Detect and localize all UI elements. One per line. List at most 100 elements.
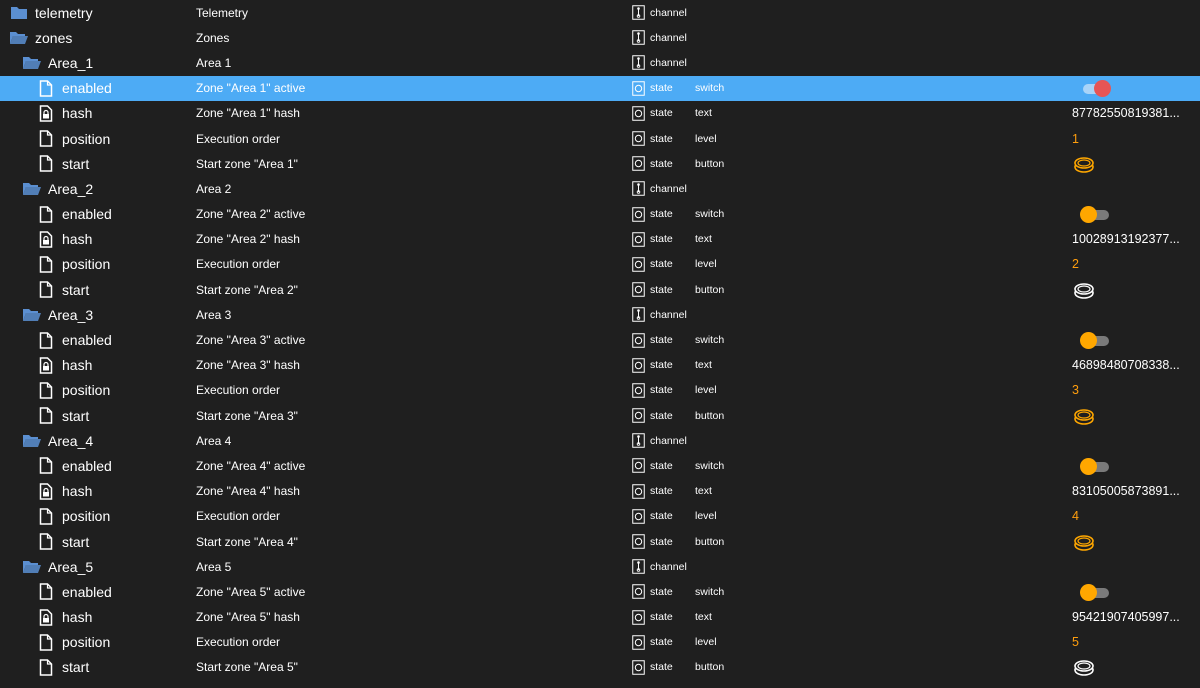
object-value-cell[interactable] — [1072, 529, 1095, 554]
tree-folder-row[interactable]: Area_4 Area 4 channel — [0, 428, 1200, 453]
object-value-cell[interactable]: 1 — [1072, 126, 1079, 151]
object-id-cell[interactable]: position — [36, 504, 110, 529]
folder-open-icon[interactable] — [22, 557, 42, 577]
object-value-cell[interactable]: 95421907405997... — [1072, 605, 1180, 630]
start-button-icon[interactable] — [1072, 280, 1095, 300]
tree-state-row[interactable]: start Start zone "Area 1" state button — [0, 151, 1200, 176]
object-value-cell[interactable] — [1072, 76, 1111, 101]
object-value-cell[interactable]: 5 — [1072, 630, 1079, 655]
switch-knob[interactable] — [1080, 583, 1097, 601]
tree-state-row[interactable]: enabled Zone "Area 1" active state switch — [0, 75, 1200, 101]
object-value-cell[interactable] — [1072, 151, 1095, 176]
tree-state-row[interactable]: hash Zone "Area 3" hash state text 468984807… — [0, 353, 1200, 378]
object-id-cell[interactable]: hash — [36, 605, 92, 630]
tree-state-row[interactable]: hash Zone "Area 5" hash state text 954219074… — [0, 605, 1200, 630]
tree-state-row[interactable]: start Start zone "Area 2" state button — [0, 277, 1200, 302]
object-value-cell[interactable]: 2 — [1072, 252, 1079, 277]
enabled-toggle-switch[interactable] — [1080, 457, 1110, 475]
object-id-cell[interactable]: enabled — [36, 453, 112, 478]
object-id-cell[interactable]: start — [36, 655, 89, 680]
switch-knob[interactable] — [1080, 457, 1097, 475]
tree-state-row[interactable]: enabled Zone "Area 5" active state switch — [0, 579, 1200, 604]
tree-state-row[interactable]: start Start zone "Area 5" state button — [0, 655, 1200, 680]
object-value-cell[interactable] — [1072, 327, 1110, 352]
tree-state-row[interactable]: enabled Zone "Area 3" active state switch — [0, 327, 1200, 352]
object-value-cell[interactable] — [1072, 202, 1110, 227]
object-value-cell[interactable]: 10028913192377... — [1072, 227, 1180, 252]
object-id-cell[interactable]: Area_2 — [22, 176, 93, 201]
folder-open-icon[interactable] — [9, 28, 29, 48]
object-id-label: position — [62, 634, 111, 651]
object-value-cell[interactable]: 3 — [1072, 378, 1079, 403]
start-button-icon[interactable] — [1072, 154, 1095, 174]
tree-folder-row[interactable]: Area_2 Area 2 channel — [0, 176, 1200, 201]
tree-state-row[interactable]: hash Zone "Area 2" hash state text 100289131… — [0, 227, 1200, 252]
start-button-icon[interactable] — [1072, 532, 1095, 552]
tree-folder-row[interactable]: telemetry Telemetry channel — [0, 0, 1200, 25]
folder-open-icon[interactable] — [22, 179, 42, 199]
object-id-cell[interactable]: enabled — [36, 202, 112, 227]
object-id-cell[interactable]: enabled — [36, 76, 112, 101]
enabled-toggle-switch[interactable] — [1080, 80, 1111, 98]
object-id-cell[interactable]: telemetry — [9, 0, 93, 25]
object-value-cell[interactable]: 87782550819381... — [1072, 101, 1180, 126]
switch-knob[interactable] — [1080, 206, 1097, 224]
object-id-cell[interactable]: Area_5 — [22, 554, 93, 579]
tree-folder-row[interactable]: Area_3 Area 3 channel — [0, 302, 1200, 327]
object-value-cell[interactable] — [1072, 403, 1095, 428]
tree-state-row[interactable]: enabled Zone "Area 2" active state switch — [0, 202, 1200, 227]
object-value-cell[interactable]: 46898480708338... — [1072, 353, 1180, 378]
object-id-cell[interactable]: hash — [36, 101, 92, 126]
object-value-cell[interactable]: 83105005873891... — [1072, 479, 1180, 504]
tree-folder-row[interactable]: zones Zones channel — [0, 25, 1200, 50]
object-id-cell[interactable]: start — [36, 151, 89, 176]
tree-state-row[interactable]: start Start zone "Area 3" state button — [0, 403, 1200, 428]
folder-open-icon[interactable] — [22, 305, 42, 325]
object-id-cell[interactable]: enabled — [36, 327, 112, 352]
folder-open-icon[interactable] — [22, 53, 42, 73]
object-name-cell: Start zone "Area 5" — [196, 660, 298, 675]
object-value-cell[interactable]: 4 — [1072, 504, 1079, 529]
object-id-cell[interactable]: position — [36, 378, 110, 403]
object-id-cell[interactable]: start — [36, 529, 89, 554]
enabled-toggle-switch[interactable] — [1080, 583, 1110, 601]
tree-state-row[interactable]: hash Zone "Area 4" hash state text 831050058… — [0, 479, 1200, 504]
tree-state-row[interactable]: position Execution order state level 1 — [0, 126, 1200, 151]
object-id-cell[interactable]: zones — [9, 25, 72, 50]
object-value-cell[interactable] — [1072, 453, 1110, 478]
switch-knob[interactable] — [1080, 332, 1097, 350]
object-value-cell[interactable] — [1072, 655, 1095, 680]
object-id-cell[interactable]: position — [36, 126, 110, 151]
folder-open-icon[interactable] — [22, 431, 42, 451]
tree-state-row[interactable]: position Execution order state level 3 — [0, 378, 1200, 403]
object-id-cell[interactable]: hash — [36, 479, 92, 504]
object-id-cell[interactable]: Area_4 — [22, 428, 93, 453]
tree-state-row[interactable]: position Execution order state level 2 — [0, 252, 1200, 277]
enabled-toggle-switch[interactable] — [1080, 206, 1110, 224]
start-button-icon[interactable] — [1072, 657, 1095, 677]
object-id-cell[interactable]: Area_3 — [22, 302, 93, 327]
object-role-cell: switch — [695, 82, 725, 95]
enabled-toggle-switch[interactable] — [1080, 332, 1110, 350]
tree-state-row[interactable]: start Start zone "Area 4" state button — [0, 529, 1200, 554]
object-id-cell[interactable]: position — [36, 252, 110, 277]
tree-folder-row[interactable]: Area_5 Area 5 channel — [0, 554, 1200, 579]
object-value-cell[interactable] — [1072, 277, 1095, 302]
start-button-icon[interactable] — [1072, 406, 1095, 426]
folder-closed-icon[interactable] — [9, 3, 29, 23]
object-id-cell[interactable]: enabled — [36, 579, 112, 604]
tree-state-row[interactable]: enabled Zone "Area 4" active state switch — [0, 453, 1200, 478]
tree-folder-row[interactable]: Area_1 Area 1 channel — [0, 50, 1200, 75]
tree-state-row[interactable]: hash Zone "Area 1" hash state text 877825508… — [0, 101, 1200, 126]
object-id-cell[interactable]: Area_1 — [22, 50, 93, 75]
object-id-cell[interactable]: start — [36, 277, 89, 302]
tree-state-row[interactable]: position Execution order state level 4 — [0, 504, 1200, 529]
locked-file-icon — [36, 607, 56, 627]
object-id-cell[interactable]: hash — [36, 353, 92, 378]
object-id-cell[interactable]: hash — [36, 227, 92, 252]
object-value-cell[interactable] — [1072, 579, 1110, 604]
switch-knob[interactable] — [1094, 80, 1111, 98]
object-id-cell[interactable]: position — [36, 630, 110, 655]
object-id-cell[interactable]: start — [36, 403, 89, 428]
tree-state-row[interactable]: position Execution order state level 5 — [0, 630, 1200, 655]
